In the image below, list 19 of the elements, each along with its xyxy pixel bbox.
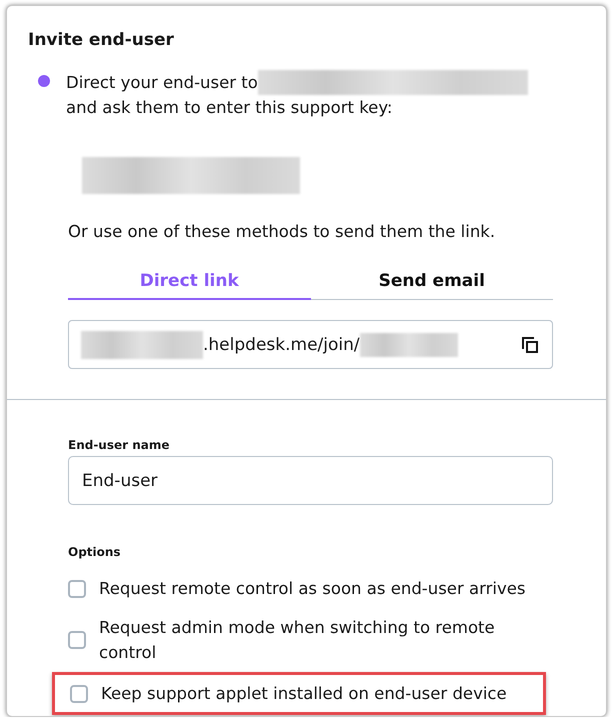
link-text: .helpdesk.me/join/	[203, 334, 360, 354]
copy-icon[interactable]	[520, 334, 540, 354]
bullet-icon	[38, 75, 50, 87]
name-input[interactable]: End-user	[68, 456, 553, 505]
methods-hint: Or use one of these methods to send them the link.	[68, 222, 496, 241]
options-heading: Options	[68, 545, 122, 559]
checkbox[interactable]	[68, 631, 86, 649]
option-label: Request admin mode when switching to remote control	[99, 617, 496, 664]
checkbox[interactable]	[68, 580, 86, 598]
option-label: Keep support applet installed on end-user device	[101, 683, 507, 705]
tab[interactable]: Send email	[310, 263, 553, 300]
field-label: End-user name	[68, 438, 171, 452]
checkbox[interactable]	[70, 684, 88, 702]
tab[interactable]: Direct link	[68, 263, 310, 300]
link-field[interactable]: .helpdesk.me/join/	[68, 320, 553, 369]
instruction-text: and ask them to enter this support key:	[66, 98, 394, 117]
option-label: Request remote control as soon as end-user arrives	[99, 578, 526, 600]
instruction-text: Direct your end-user to	[66, 73, 258, 92]
dialog-title: Invite end-user	[28, 30, 175, 50]
